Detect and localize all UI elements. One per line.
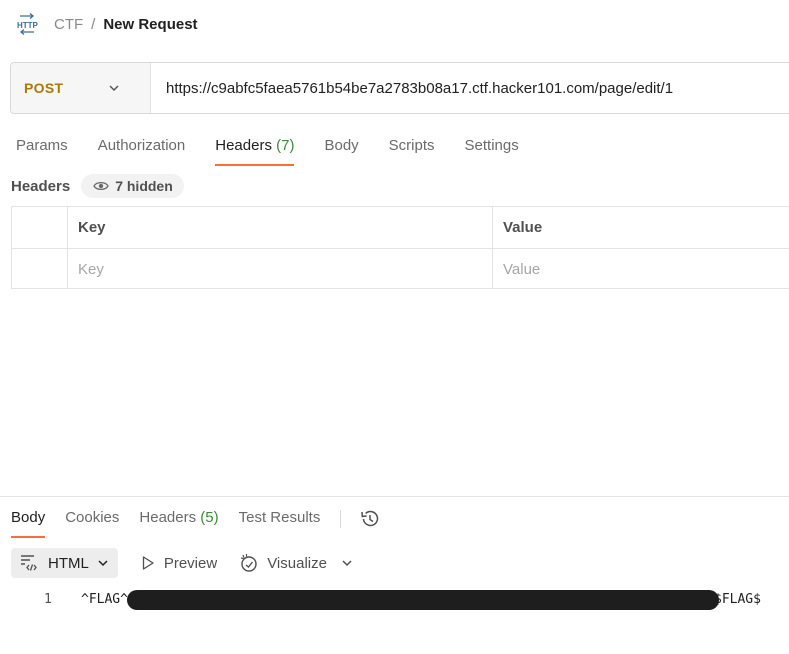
chevron-down-icon: [109, 85, 119, 91]
hidden-headers-toggle[interactable]: 7 hidden: [81, 174, 184, 198]
tab-label: Test Results: [238, 509, 321, 526]
breadcrumb-parent[interactable]: CTF: [54, 16, 83, 33]
line-number: 1: [44, 592, 52, 607]
key-column-header: Key: [78, 219, 106, 236]
url-input[interactable]: [151, 63, 789, 113]
tab-label: Params: [16, 137, 68, 154]
format-label: HTML: [48, 554, 89, 572]
svg-text:HTTP: HTTP: [17, 21, 38, 30]
response-tab-test-results[interactable]: Test Results: [239, 505, 321, 538]
code-text-end: $FLAG$: [714, 592, 761, 607]
response-toolbar: HTML Preview Visualize: [11, 548, 353, 578]
request-bar: POST: [10, 62, 789, 114]
postman-window: HTTP CTF / New Request POST Params Autho…: [0, 0, 789, 654]
preview-button[interactable]: Preview: [140, 555, 217, 572]
tab-label: Body: [11, 509, 46, 526]
hidden-count-label: 7 hidden: [115, 178, 173, 194]
tab-label: Authorization: [97, 137, 186, 154]
table-row: [12, 248, 789, 289]
chevron-down-icon: [98, 560, 108, 567]
tab-headers[interactable]: Headers (7): [215, 134, 295, 166]
method-label: POST: [24, 80, 64, 96]
response-code-line[interactable]: 1 ^FLAG^ $FLAG$: [0, 589, 789, 611]
code-text-start: ^FLAG^: [81, 592, 128, 607]
response-tabs: Body Cookies Headers (5) Test Results: [11, 505, 381, 538]
response-tab-body[interactable]: Body: [11, 505, 46, 538]
code-format-icon: [21, 555, 37, 571]
tab-settings[interactable]: Settings: [465, 134, 519, 166]
checkbox-column: [12, 207, 68, 248]
tab-divider: [340, 509, 342, 528]
tab-label: Headers: [139, 509, 197, 526]
key-input[interactable]: [78, 260, 492, 278]
format-select[interactable]: HTML: [11, 548, 118, 578]
table-header-row: Key Value: [12, 207, 789, 248]
headers-subheader: Headers 7 hidden: [11, 174, 184, 198]
headers-title: Headers: [11, 177, 71, 195]
history-icon[interactable]: [359, 508, 381, 530]
breadcrumb-separator: /: [91, 15, 96, 33]
preview-label: Preview: [163, 554, 218, 572]
tab-scripts[interactable]: Scripts: [389, 134, 435, 166]
method-select[interactable]: POST: [11, 63, 151, 113]
tab-count: (5): [200, 509, 219, 526]
row-checkbox-cell: [12, 249, 68, 289]
tab-authorization[interactable]: Authorization: [98, 134, 186, 166]
request-tabs: Params Authorization Headers (7) Body Sc…: [16, 134, 549, 166]
response-tab-headers[interactable]: Headers (5): [139, 505, 218, 538]
tab-body[interactable]: Body: [324, 134, 358, 166]
value-column-header: Value: [503, 219, 543, 236]
response-divider[interactable]: [0, 496, 789, 497]
tab-label: Scripts: [388, 137, 435, 154]
play-icon: [142, 556, 154, 570]
visualize-button[interactable]: Visualize: [239, 553, 327, 573]
breadcrumb: HTTP CTF / New Request: [16, 12, 198, 36]
eye-icon: [93, 181, 109, 191]
chevron-down-icon[interactable]: [341, 557, 353, 569]
redaction-bar: [127, 590, 719, 610]
http-icon: HTTP: [17, 13, 38, 35]
value-input[interactable]: [503, 260, 789, 278]
tab-label: Headers: [215, 137, 272, 154]
tab-count: (7): [276, 137, 295, 154]
response-tab-cookies[interactable]: Cookies: [65, 505, 119, 538]
request-title[interactable]: New Request: [103, 16, 197, 33]
tab-params[interactable]: Params: [16, 134, 68, 166]
visualize-icon: [241, 554, 257, 572]
tab-label: Settings: [464, 137, 519, 154]
tab-label: Body: [324, 137, 359, 154]
headers-table: Key Value: [11, 206, 789, 289]
tab-label: Cookies: [65, 509, 120, 526]
visualize-label: Visualize: [267, 554, 327, 572]
